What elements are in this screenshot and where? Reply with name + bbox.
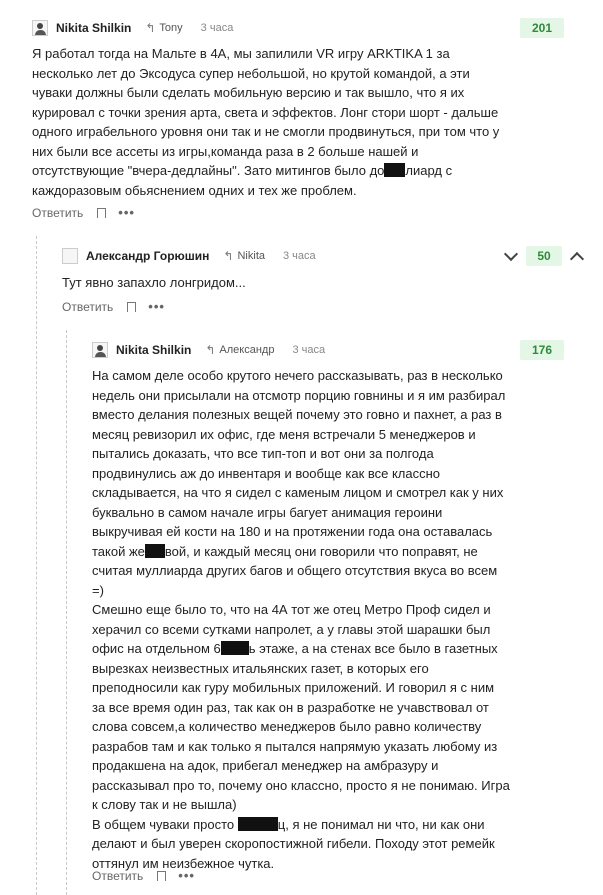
comment-paragraph: На самом деле особо крутого нечего расск… <box>92 366 510 600</box>
redacted-word <box>220 641 249 655</box>
reply-to-name[interactable]: Tony <box>159 22 182 34</box>
redacted-word <box>237 816 278 831</box>
comment-header: Nikita Shilkin ↰ Tony 3 часа <box>32 18 233 38</box>
avatar[interactable] <box>92 342 108 358</box>
avatar[interactable] <box>32 20 48 36</box>
more-options-icon[interactable]: ••• <box>148 300 165 313</box>
comment-score: 201 <box>520 18 564 38</box>
reply-to-name[interactable]: Александр <box>219 344 274 356</box>
comment-text: Я работал тогда на Мальте в 4А, мы запил… <box>32 44 502 200</box>
comment-score: 50 <box>526 246 562 266</box>
author-name[interactable]: Nikita Shilkin <box>116 343 191 357</box>
comment-header: Nikita Shilkin ↰ Александр 3 часа <box>92 340 325 360</box>
author-name[interactable]: Nikita Shilkin <box>56 21 131 35</box>
avatar[interactable] <box>62 248 78 264</box>
reply-arrow-icon: ↰ <box>223 249 234 263</box>
author-name[interactable]: Александр Горюшин <box>86 249 209 263</box>
comment-text: На самом деле особо крутого нечего расск… <box>92 366 510 873</box>
comment-paragraph: Я работал тогда на Мальте в 4А, мы запил… <box>32 44 502 200</box>
thread-line[interactable] <box>66 330 67 895</box>
bookmark-icon[interactable] <box>157 871 167 882</box>
reply-button[interactable]: Ответить <box>62 300 113 314</box>
comment-2: Александр Горюшин ↰ Nikita 3 часа 50 Тут… <box>62 246 592 326</box>
downvote-icon[interactable] <box>503 246 519 262</box>
more-options-icon[interactable]: ••• <box>178 869 195 882</box>
text-segment: ь этаже, а на стенах все было в газетных… <box>92 641 510 812</box>
reply-arrow-icon: ↰ <box>205 343 216 357</box>
upvote-icon[interactable] <box>569 251 585 267</box>
thread-line[interactable] <box>36 236 37 895</box>
text-segment: На самом деле особо крутого нечего расск… <box>92 368 506 559</box>
redacted-word <box>144 543 165 558</box>
more-options-icon[interactable]: ••• <box>118 206 135 219</box>
comment-paragraph: Смешно еще было то, что на 4А тот же оте… <box>92 600 510 815</box>
redacted-word <box>384 163 406 177</box>
text-segment: Я работал тогда на Мальте в 4А, мы запил… <box>32 46 500 178</box>
reply-button[interactable]: Ответить <box>92 869 143 883</box>
comment-header: Александр Горюшин ↰ Nikita 3 часа <box>62 246 316 266</box>
reply-to-name[interactable]: Nikita <box>237 250 265 262</box>
bookmark-icon[interactable] <box>97 208 107 219</box>
comment-score: 176 <box>520 340 564 360</box>
comment-1: Nikita Shilkin ↰ Tony 3 часа 201 Я работ… <box>32 18 572 228</box>
timestamp[interactable]: 3 часа <box>283 250 316 262</box>
comment-actions: Ответить ••• <box>32 204 135 222</box>
timestamp[interactable]: 3 часа <box>201 22 234 34</box>
reply-button[interactable]: Ответить <box>32 206 83 220</box>
text-segment: В общем чуваки просто <box>92 816 235 832</box>
comment-actions: Ответить ••• <box>92 867 195 885</box>
comment-paragraph: Тут явно запахло лонгридом... <box>62 275 246 290</box>
comment-actions: Ответить ••• <box>62 298 165 316</box>
timestamp[interactable]: 3 часа <box>292 344 325 356</box>
comment-text: Тут явно запахло лонгридом... <box>62 273 502 293</box>
comment-paragraph: В общем чуваки просто ц, я не понимал ни… <box>92 815 510 874</box>
reply-arrow-icon: ↰ <box>145 21 156 35</box>
bookmark-icon[interactable] <box>127 302 137 313</box>
comment-3: Nikita Shilkin ↰ Александр 3 часа 176 На… <box>92 340 572 890</box>
